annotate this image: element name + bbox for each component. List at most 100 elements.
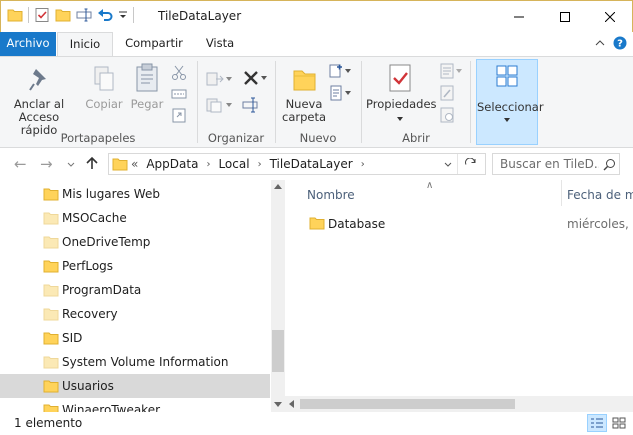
search-icon[interactable]	[603, 158, 616, 171]
rename-icon[interactable]	[242, 97, 260, 113]
nav-item-label: WinaeroTweaker	[62, 403, 161, 412]
chevron-down-icon[interactable]	[345, 69, 351, 73]
folder-icon	[43, 356, 59, 369]
chevron-down-icon[interactable]	[226, 103, 232, 107]
move-to-icon[interactable]	[206, 71, 224, 87]
paste-button[interactable]: Pegar	[128, 63, 166, 111]
properties-icon	[389, 64, 411, 92]
address-dropdown-chevron-icon[interactable]	[444, 162, 452, 167]
copy-to-icon[interactable]	[206, 97, 224, 113]
tab-vista[interactable]: Vista	[198, 32, 242, 56]
tab-archivo[interactable]: Archivo	[0, 32, 56, 56]
chevron-up-icon[interactable]	[595, 39, 605, 47]
rename-icon[interactable]	[76, 8, 92, 22]
nav-item[interactable]: Recovery	[0, 302, 270, 326]
undo-icon[interactable]	[97, 7, 113, 23]
breadcrumb-overflow[interactable]: «	[131, 157, 138, 171]
nav-item-label: Usuarios	[62, 379, 114, 393]
select-icon	[496, 65, 518, 87]
column-separator[interactable]	[561, 180, 562, 206]
details-view-button[interactable]	[587, 414, 607, 432]
chevron-right-icon[interactable]: ›	[258, 159, 262, 170]
file-name: Database	[328, 217, 386, 231]
new-item-icon[interactable]	[328, 63, 344, 79]
breadcrumb-local[interactable]: Local	[218, 157, 249, 171]
search-box[interactable]	[492, 153, 620, 175]
chevron-down-icon[interactable]	[261, 76, 267, 80]
cut-icon[interactable]	[171, 65, 187, 81]
horizontal-scroll-thumb[interactable]	[300, 399, 515, 409]
details-view-icon	[591, 418, 603, 428]
nav-scrollbar[interactable]	[271, 180, 285, 412]
breadcrumb-tiledatalayer[interactable]: TileDataLayer	[270, 157, 353, 171]
scroll-left-icon[interactable]	[289, 400, 294, 408]
tab-inicio[interactable]: Inicio	[57, 32, 113, 57]
nav-item[interactable]: Usuarios	[0, 374, 270, 398]
address-bar[interactable]: « AppData › Local › TileDataLayer ›	[108, 153, 486, 175]
svg-text:?: ?	[617, 39, 623, 50]
close-button[interactable]	[587, 1, 633, 32]
new-folder-button[interactable]: Nueva carpeta	[282, 65, 326, 124]
column-header-date[interactable]: Fecha de mo	[567, 188, 633, 202]
scroll-down-icon[interactable]	[274, 402, 282, 407]
edit-icon[interactable]	[440, 85, 454, 101]
copy-path-icon[interactable]	[171, 87, 187, 101]
nav-item[interactable]: SID	[0, 326, 270, 350]
horizontal-scrollbar[interactable]	[285, 396, 633, 412]
folder-icon	[7, 9, 23, 22]
nav-item[interactable]: MSOCache	[0, 206, 270, 230]
folder-icon	[43, 260, 59, 273]
chevron-down-icon[interactable]	[345, 91, 351, 95]
nav-item[interactable]: ProgramData	[0, 278, 270, 302]
search-input[interactable]	[493, 154, 599, 174]
quick-access-toolbar	[7, 7, 134, 23]
easy-access-icon[interactable]	[328, 85, 344, 101]
history-icon[interactable]	[440, 107, 454, 123]
chevron-right-icon[interactable]: ›	[206, 159, 210, 170]
chevron-down-icon[interactable]	[226, 77, 232, 81]
customize-toolbar-chevron-icon[interactable]	[118, 10, 128, 20]
scroll-up-icon[interactable]	[274, 184, 282, 189]
forward-arrow-icon[interactable]: →	[40, 155, 53, 173]
nav-item-label: System Volume Information	[62, 355, 229, 369]
file-row[interactable]: Database miércoles, 1	[307, 213, 633, 235]
column-header-name[interactable]: Nombre	[307, 188, 355, 202]
back-arrow-icon[interactable]: ←	[14, 155, 27, 173]
nav-item[interactable]: OneDriveTemp	[0, 230, 270, 254]
new-folder-icon[interactable]	[55, 8, 71, 22]
pin-quick-access-button[interactable]: Anclar al Acceso rápido	[6, 65, 72, 137]
paste-shortcut-icon[interactable]	[171, 107, 187, 123]
folder-icon	[43, 236, 59, 249]
nav-item[interactable]: System Volume Information	[0, 350, 270, 374]
up-arrow-icon[interactable]	[86, 156, 98, 170]
minimize-button[interactable]	[496, 1, 542, 32]
view-toggle	[587, 414, 629, 432]
large-icons-view-button[interactable]	[609, 414, 629, 432]
delete-icon[interactable]	[242, 69, 260, 87]
help-icon[interactable]: ?	[613, 36, 627, 50]
refresh-icon[interactable]	[464, 158, 477, 171]
tab-compartir[interactable]: Compartir	[121, 32, 187, 56]
select-button[interactable]: Seleccionar	[476, 59, 544, 145]
file-date: miércoles, 1	[567, 217, 633, 231]
properties-button[interactable]: Propiedades	[366, 63, 437, 124]
chevron-down-icon[interactable]	[456, 69, 462, 73]
nav-item[interactable]: PerfLogs	[0, 254, 270, 278]
folder-icon	[43, 404, 59, 412]
chevron-right-icon[interactable]: ›	[361, 159, 365, 170]
copy-button[interactable]: Copiar	[84, 65, 124, 111]
open-icon[interactable]	[440, 63, 454, 79]
folder-icon	[309, 217, 325, 230]
properties-icon[interactable]	[34, 7, 50, 23]
nav-item[interactable]: Mis lugares Web	[0, 182, 270, 206]
recent-locations-chevron-icon[interactable]	[67, 162, 75, 167]
group-separator	[470, 61, 471, 143]
nav-scroll-thumb[interactable]	[272, 330, 284, 372]
nav-item[interactable]: WinaeroTweaker	[0, 398, 270, 412]
breadcrumb-appdata[interactable]: AppData	[146, 157, 198, 171]
ribbon-controls: ?	[595, 36, 627, 50]
title-bar: TileDataLayer	[0, 0, 633, 32]
file-list-pane: ∧ Nombre Fecha de mo Database miércoles,…	[285, 180, 633, 412]
folder-icon	[43, 308, 59, 321]
maximize-button[interactable]	[542, 1, 588, 32]
